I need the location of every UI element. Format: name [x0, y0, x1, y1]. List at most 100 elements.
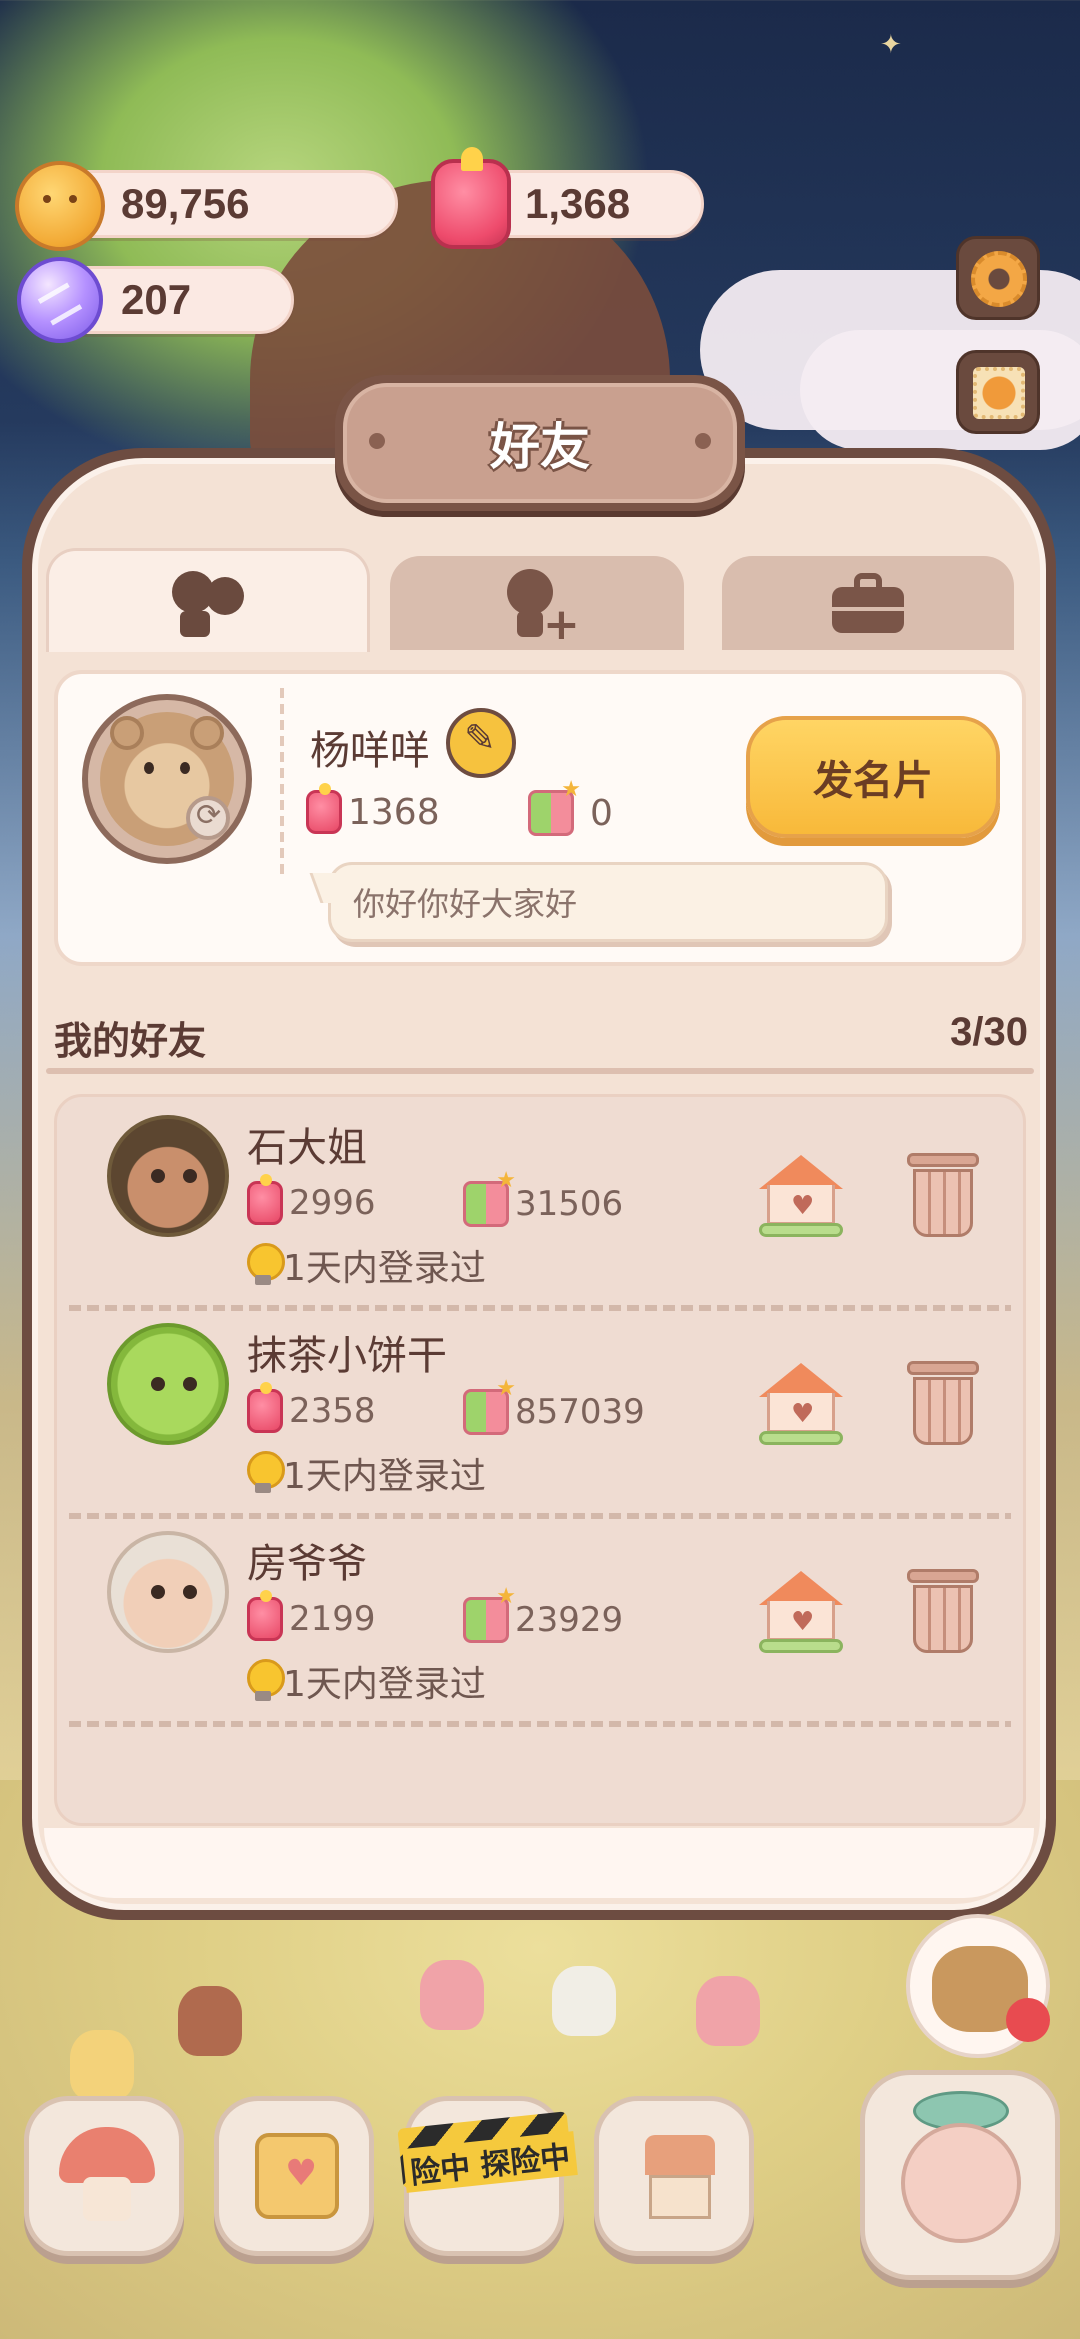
visit-home-icon[interactable]: ♥ [759, 1155, 843, 1237]
friend-login-status: 1天内登录过 [247, 1447, 486, 1499]
nav-fishing-button[interactable] [860, 2070, 1060, 2280]
candy-icon [306, 783, 342, 834]
title-plaque-inner: 好友 [343, 383, 737, 503]
friend-like-count: 31506 [515, 1184, 624, 1224]
profile-divider [280, 688, 284, 878]
tab-friends[interactable] [46, 548, 370, 652]
friends-section-title: 我的好友 [54, 1019, 207, 1063]
coin-value: 89,756 [121, 180, 250, 227]
briefcase-icon [832, 573, 904, 633]
star-icon: ✦ [880, 30, 902, 60]
change-avatar-icon[interactable] [186, 796, 230, 840]
lightbulb-icon [247, 1451, 285, 1495]
tab-briefcase[interactable] [722, 556, 1014, 650]
background-character [70, 2030, 134, 2100]
candy-icon [431, 147, 511, 249]
mushroom-house-icon [59, 2127, 155, 2227]
delete-friend-icon[interactable] [907, 1153, 979, 1239]
friend-like-count: 857039 [515, 1392, 645, 1432]
candy-icon [247, 1590, 283, 1641]
friend-login-status: 1天内登录过 [247, 1655, 486, 1707]
friend-avatar[interactable] [107, 1323, 229, 1445]
visit-home-icon[interactable]: ♥ [759, 1363, 843, 1445]
my-profile-card: 杨咩咩 1368 0 你好你好大家好 发名片 [54, 670, 1026, 966]
send-card-button[interactable]: 发名片 [746, 716, 1000, 838]
like-card-icon [528, 777, 581, 836]
list-item: 房爷爷 2199 23929 1天内登录过 ♥ [57, 1519, 1023, 1727]
signature-bubble[interactable]: 你好你好大家好 [328, 862, 888, 942]
lightbulb-icon [247, 1659, 285, 1703]
stamp-button[interactable] [956, 350, 1040, 434]
background-character [552, 1966, 616, 2036]
friend-name: 抹茶小饼干 [247, 1333, 447, 1379]
friend-candy-stat: 2199 [247, 1590, 376, 1641]
candy-icon [247, 1174, 283, 1225]
friend-name: 石大姐 [247, 1125, 367, 1171]
chat-bubble-icon [1006, 1998, 1050, 2042]
settings-button[interactable] [956, 236, 1040, 320]
candy-value: 1,368 [525, 180, 631, 227]
nav-tasks-button[interactable] [214, 2096, 374, 2256]
friend-candy-stat: 2358 [247, 1382, 376, 1433]
gem-counter[interactable]: 207 [17, 257, 294, 343]
friend-candy-stat: 2996 [247, 1174, 376, 1225]
friend-name: 房爷爷 [247, 1541, 367, 1587]
background-character [178, 1986, 242, 2056]
lightbulb-icon [247, 1243, 285, 1287]
nav-shop-button[interactable] [594, 2096, 754, 2256]
mochi-character-icon [901, 2123, 1021, 2243]
delete-friend-icon[interactable] [907, 1361, 979, 1447]
gem-value: 207 [121, 276, 192, 323]
dialog-footer [44, 1828, 1034, 1898]
friends-count: 3/30 [950, 1010, 1028, 1054]
background-character [696, 1976, 760, 2046]
coin-counter[interactable]: 89,756 [15, 161, 398, 251]
visit-home-icon[interactable]: ♥ [759, 1571, 843, 1653]
candy-counter[interactable]: 1,368 [431, 147, 704, 249]
friend-login-status: 1天内登录过 [247, 1239, 486, 1291]
login-text: 1天内登录过 [283, 1456, 486, 1497]
delete-friend-icon[interactable] [907, 1569, 979, 1655]
add-friend-icon: + [497, 567, 580, 647]
my-avatar[interactable] [82, 694, 252, 864]
profile-name: 杨咩咩 [310, 728, 430, 774]
friend-candy-count: 2996 [289, 1183, 376, 1223]
friend-like-count: 23929 [515, 1600, 624, 1640]
dialog-title-plaque: 好友 [335, 375, 745, 511]
profile-candy-stat: 1368 [306, 783, 440, 834]
list-item: 抹茶小饼干 2358 857039 1天内登录过 ♥ [57, 1311, 1023, 1519]
row-divider [69, 1721, 1011, 1727]
gem-candy-icon [17, 257, 103, 343]
chat-button[interactable] [906, 1914, 1050, 2058]
section-divider [46, 1068, 1034, 1074]
login-text: 1天内登录过 [283, 1248, 486, 1289]
calendar-heart-icon [249, 2127, 345, 2227]
candy-icon [247, 1382, 283, 1433]
stamp-icon [973, 367, 1025, 419]
login-text: 1天内登录过 [283, 1664, 486, 1705]
profile-like-stat: 0 [528, 777, 613, 836]
friend-avatar[interactable] [107, 1115, 229, 1237]
profile-like-count: 0 [590, 792, 613, 834]
friend-like-stat: 31506 [463, 1168, 624, 1227]
background-character [420, 1960, 484, 2030]
profile-candy-count: 1368 [348, 791, 440, 833]
tab-add-friend[interactable]: + [390, 556, 684, 650]
like-card-icon [463, 1584, 516, 1643]
edit-name-icon[interactable] [446, 708, 516, 778]
like-card-icon [463, 1376, 516, 1435]
friend-candy-count: 2358 [289, 1391, 376, 1431]
shop-stall-icon [629, 2127, 725, 2227]
friend-like-stat: 23929 [463, 1584, 624, 1643]
friend-list: 石大姐 2996 31506 1天内登录过 ♥ 抹茶小饼干 2358 [54, 1094, 1026, 1826]
gear-icon [971, 251, 1027, 307]
friend-candy-count: 2199 [289, 1599, 376, 1639]
list-item: 石大姐 2996 31506 1天内登录过 ♥ [57, 1103, 1023, 1311]
friend-like-stat: 857039 [463, 1376, 645, 1435]
nav-home-button[interactable] [24, 2096, 184, 2256]
cookie-coin-icon [15, 161, 105, 251]
dialog-title: 好友 [490, 418, 590, 476]
friends-icon [162, 567, 254, 637]
friend-avatar[interactable] [107, 1531, 229, 1653]
signature-text: 你好你好大家好 [353, 885, 578, 923]
